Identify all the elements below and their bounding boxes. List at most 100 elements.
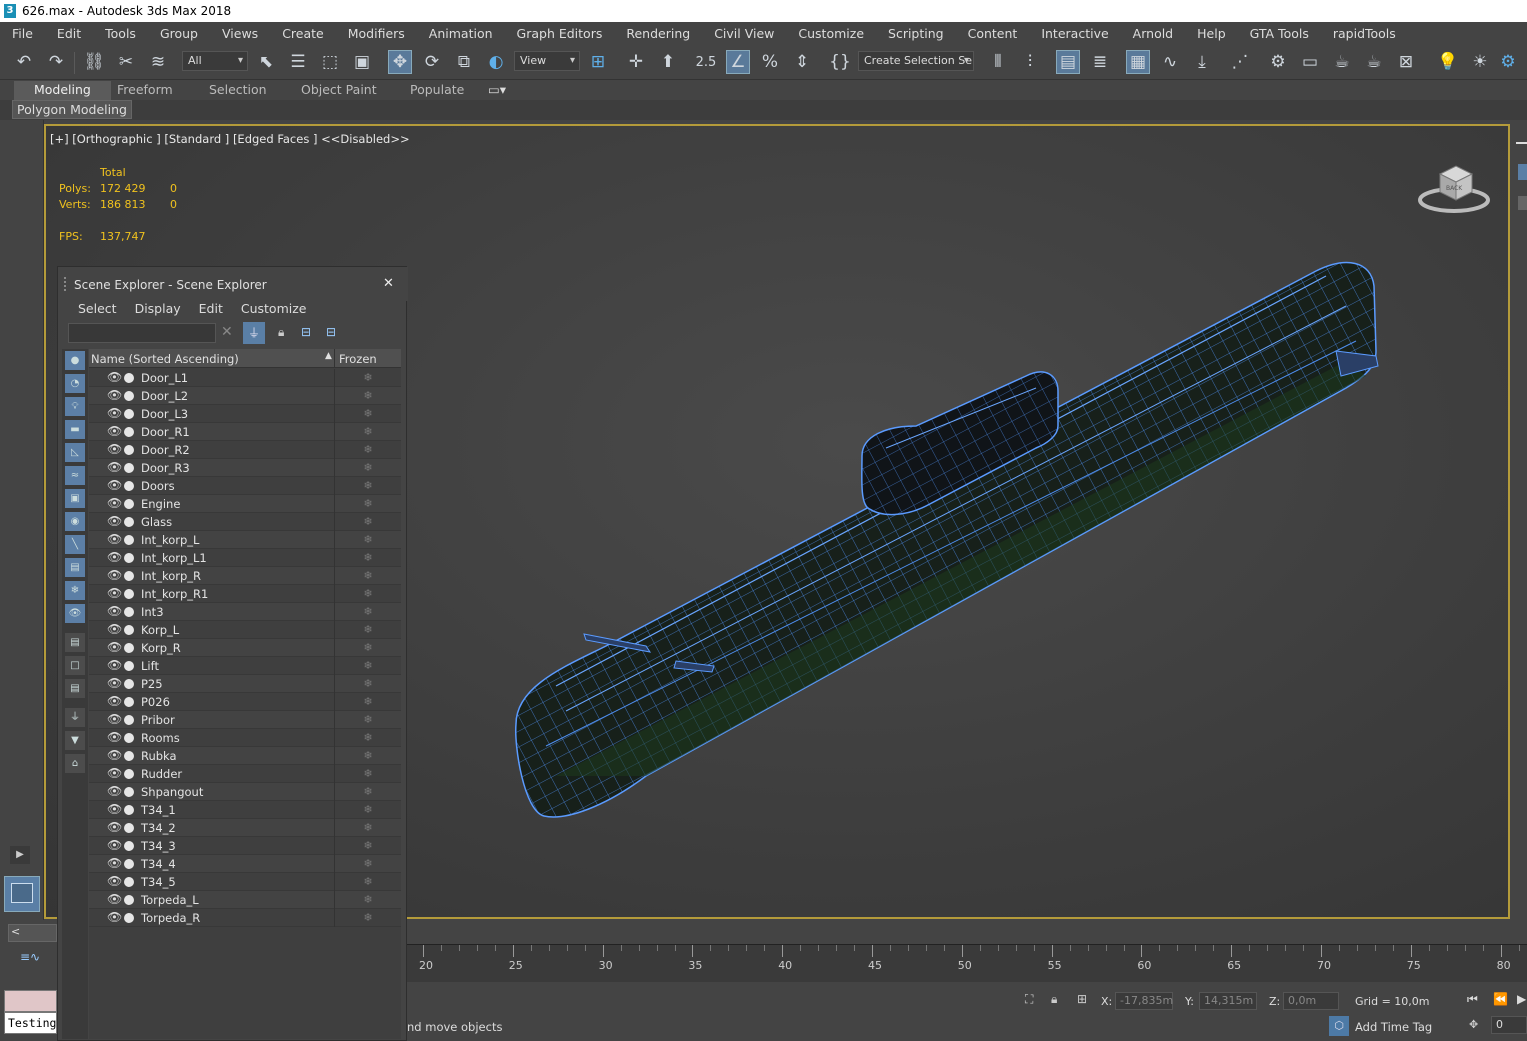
frozen-snowflake-icon[interactable]: ❄ xyxy=(334,891,401,909)
close-icon[interactable]: ✕ xyxy=(383,276,394,291)
render-toggle-icon[interactable] xyxy=(124,625,134,635)
visibility-eye-icon[interactable]: 👁︎ xyxy=(107,424,122,438)
hierarchy-expand-icon[interactable]: ⊟ xyxy=(301,325,311,339)
groups-filter-icon[interactable]: ▣ xyxy=(65,489,85,508)
maxscript-input[interactable]: Testing xyxy=(4,1012,57,1034)
lights-filter-icon[interactable]: 💡︎ xyxy=(65,397,85,416)
frozen-filter-icon[interactable]: ❄ xyxy=(65,581,85,600)
list-item[interactable]: 👁︎ Door_R2 ❄ xyxy=(89,441,401,459)
frozen-snowflake-icon[interactable]: ❄ xyxy=(334,729,401,747)
timeslider-track[interactable]: < xyxy=(8,924,57,942)
named-selection-set-dropdown[interactable]: Create Selection Se xyxy=(858,51,974,71)
bones-filter-icon[interactable]: ╲ xyxy=(65,535,85,554)
se-menu-edit[interactable]: Edit xyxy=(199,301,223,316)
render-toggle-icon[interactable] xyxy=(124,877,134,887)
visibility-eye-icon[interactable]: 👁︎ xyxy=(107,802,122,816)
list-item[interactable]: 👁︎ Doors ❄ xyxy=(89,477,401,495)
visibility-eye-icon[interactable]: 👁︎ xyxy=(107,550,122,564)
render-toggle-icon[interactable] xyxy=(124,517,134,527)
shapes-filter-icon[interactable]: ◔ xyxy=(65,374,85,393)
spinner-snap-icon[interactable]: ⇕ xyxy=(790,50,814,74)
render-iterative-icon[interactable]: ☕ xyxy=(1362,50,1386,74)
render-toggle-icon[interactable] xyxy=(124,481,134,491)
frozen-snowflake-icon[interactable]: ❄ xyxy=(334,639,401,657)
expand-arrow-icon[interactable]: ▶ xyxy=(10,846,30,864)
frozen-snowflake-icon[interactable]: ❄ xyxy=(334,603,401,621)
menu-help[interactable]: Help xyxy=(1185,26,1238,41)
link-icon[interactable]: ⛓ xyxy=(82,50,106,74)
frozen-snowflake-icon[interactable]: ❄ xyxy=(334,585,401,603)
list-item[interactable]: 👁︎ T34_2 ❄ xyxy=(89,819,401,837)
list-item[interactable]: 👁︎ Int_korp_L ❄ xyxy=(89,531,401,549)
menu-content[interactable]: Content xyxy=(956,26,1030,41)
scene-explorer-titlebar[interactable]: Scene Explorer - Scene Explorer ✕ xyxy=(58,267,408,301)
timeslider-left-arrow-icon[interactable]: < xyxy=(11,925,20,938)
curve-editor-icon[interactable]: ∿ xyxy=(1158,50,1182,74)
selection-lock-icon[interactable]: 🔒︎ xyxy=(1051,992,1057,1007)
render-in-cloud-icon[interactable]: ⊠ xyxy=(1394,50,1418,74)
render-toggle-icon[interactable] xyxy=(124,823,134,833)
list-item[interactable]: 👁︎ Glass ❄ xyxy=(89,513,401,531)
go-to-start-icon[interactable]: ⏮ xyxy=(1467,992,1478,1007)
list-item[interactable]: 👁︎ Int3 ❄ xyxy=(89,603,401,621)
list-item[interactable]: 👁︎ P25 ❄ xyxy=(89,675,401,693)
render-toggle-icon[interactable] xyxy=(124,409,134,419)
visibility-eye-icon[interactable]: 👁︎ xyxy=(107,640,122,654)
visibility-eye-icon[interactable]: 👁︎ xyxy=(107,604,122,618)
frozen-snowflake-icon[interactable]: ❄ xyxy=(334,369,401,387)
y-coordinate-field[interactable]: 14,315m xyxy=(1199,992,1257,1010)
visibility-eye-icon[interactable]: 👁︎ xyxy=(107,712,122,726)
menu-views[interactable]: Views xyxy=(210,26,270,41)
schematic-view-icon[interactable]: ⤓ xyxy=(1190,50,1214,74)
select-and-move-icon[interactable]: ✥ xyxy=(388,50,412,74)
keyboard-shortcut-override-icon[interactable]: ⬆ xyxy=(656,50,680,74)
visibility-eye-icon[interactable]: 👁︎ xyxy=(107,388,122,402)
visibility-eye-icon[interactable]: 👁︎ xyxy=(107,532,122,546)
menu-edit[interactable]: Edit xyxy=(45,26,93,41)
frozen-snowflake-icon[interactable]: ❄ xyxy=(334,909,401,927)
se-menu-display[interactable]: Display xyxy=(135,301,181,316)
curve-editor-mini-icon[interactable]: ≡∿ xyxy=(20,950,40,964)
display-all-icon[interactable]: ▤ xyxy=(65,633,85,652)
visibility-eye-icon[interactable]: 👁︎ xyxy=(107,748,122,762)
render-toggle-icon[interactable] xyxy=(124,805,134,815)
render-toggle-icon[interactable] xyxy=(124,463,134,473)
layer-explorer-icon[interactable]: ≣ xyxy=(1088,50,1112,74)
geometry-filter-icon[interactable]: ● xyxy=(65,351,85,370)
visibility-eye-icon[interactable]: 👁︎ xyxy=(107,910,122,924)
selection-filter-dropdown[interactable]: All xyxy=(182,51,248,71)
unlink-icon[interactable]: ✂ xyxy=(114,50,138,74)
menu-scripting[interactable]: Scripting xyxy=(876,26,956,41)
frozen-snowflake-icon[interactable]: ❄ xyxy=(334,675,401,693)
frozen-snowflake-icon[interactable]: ❄ xyxy=(334,405,401,423)
list-item[interactable]: 👁︎ Door_R3 ❄ xyxy=(89,459,401,477)
menu-tools[interactable]: Tools xyxy=(93,26,148,41)
frozen-snowflake-icon[interactable]: ❄ xyxy=(334,657,401,675)
undo-icon[interactable]: ↶ xyxy=(12,50,36,74)
frozen-snowflake-icon[interactable]: ❄ xyxy=(334,819,401,837)
current-frame-field[interactable]: 0 xyxy=(1491,1016,1527,1034)
render-toggle-icon[interactable] xyxy=(124,373,134,383)
render-toggle-icon[interactable] xyxy=(124,679,134,689)
edit-named-selection-icon[interactable]: {} xyxy=(828,50,852,74)
funnel-icon[interactable]: ▼ xyxy=(65,731,85,750)
frozen-snowflake-icon[interactable]: ❄ xyxy=(334,423,401,441)
hidden-filter-icon[interactable]: 👁︎ xyxy=(65,604,85,623)
render-toggle-icon[interactable] xyxy=(124,751,134,761)
display-none-icon[interactable]: □ xyxy=(65,656,85,675)
frozen-snowflake-icon[interactable]: ❄ xyxy=(334,873,401,891)
menu-civil-view[interactable]: Civil View xyxy=(702,26,786,41)
clear-search-icon[interactable]: ✕ xyxy=(221,324,233,340)
visibility-eye-icon[interactable]: 👁︎ xyxy=(107,586,122,600)
list-item[interactable]: 👁︎ Shpangout ❄ xyxy=(89,783,401,801)
select-and-scale-icon[interactable]: ⧉ xyxy=(452,50,476,74)
maxscript-listener-output[interactable] xyxy=(4,990,57,1012)
list-item[interactable]: 👁︎ Korp_R ❄ xyxy=(89,639,401,657)
tab-modeling[interactable]: Modeling xyxy=(14,81,111,100)
frozen-snowflake-icon[interactable]: ❄ xyxy=(334,567,401,585)
menu-rendering[interactable]: Rendering xyxy=(614,26,702,41)
previous-frame-icon[interactable]: ⏪ xyxy=(1493,992,1508,1006)
list-item[interactable]: 👁︎ T34_5 ❄ xyxy=(89,873,401,891)
isolate-selection-icon[interactable]: ⛶ xyxy=(1025,992,1033,1007)
select-and-rotate-icon[interactable]: ⟳ xyxy=(420,50,444,74)
